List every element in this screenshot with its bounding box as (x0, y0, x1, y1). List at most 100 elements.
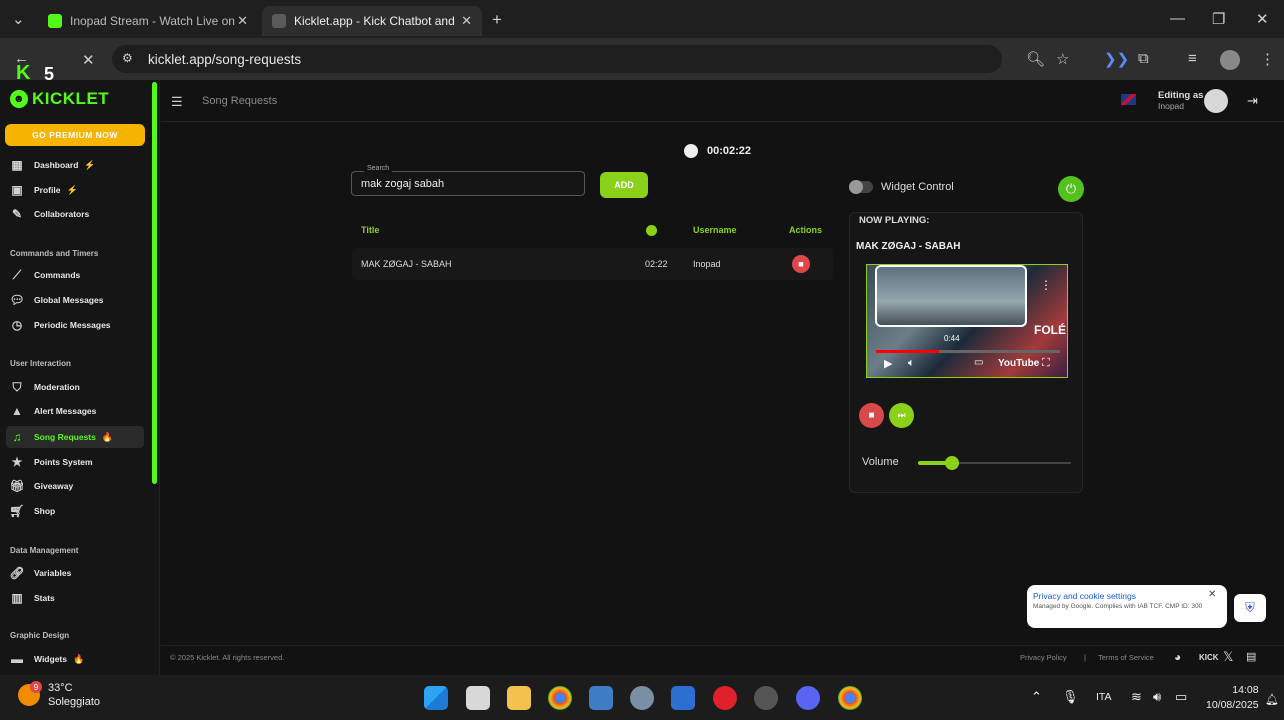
logout-icon[interactable]: ⇥ (1247, 93, 1258, 109)
sidebar-item-periodic-messages[interactable]: ◷ Periodic Messages (6, 314, 144, 336)
terms-link[interactable]: Terms of Service (1098, 653, 1154, 662)
youtube-logo[interactable]: YouTube (998, 358, 1039, 369)
close-icon[interactable]: ✕ (1208, 589, 1216, 600)
add-button[interactable]: ADD (600, 172, 648, 198)
privacy-shield-icon[interactable]: ⛨ (1234, 594, 1266, 622)
sidebar-item-commands[interactable]: ⟋ Commands (6, 264, 144, 286)
document-icon[interactable]: ▤ (1246, 650, 1256, 663)
search-input[interactable]: mak zogaj sabah (351, 171, 585, 196)
volume-slider-handle[interactable] (944, 456, 959, 470)
sidebar-item-shop[interactable]: 🛒︎ Shop (6, 500, 144, 522)
sidebar-item-label: Stats (34, 593, 55, 603)
avatar[interactable] (1204, 89, 1228, 113)
sidebar-item-collaborators[interactable]: ✎ Collaborators (6, 203, 144, 225)
new-tab-icon[interactable]: + (492, 10, 502, 30)
tray-chevron-icon[interactable]: ⌃ (1031, 689, 1042, 705)
cookie-settings-popup[interactable]: Privacy and cookie settings Managed by G… (1027, 585, 1227, 628)
power-button[interactable]: ⏻ (1058, 176, 1084, 202)
volume-icon[interactable]: 🔈︎ (908, 357, 915, 370)
tab-kicklet[interactable]: Kicklet.app - Kick Chatbot and ✕ (262, 6, 482, 36)
stats-icon: ▥ (11, 591, 23, 605)
x-icon[interactable]: 𝕏 (1223, 649, 1233, 665)
browser-menu-icon[interactable]: ⋮ (1260, 50, 1275, 68)
wifi-icon[interactable]: ≋ (1131, 689, 1142, 705)
copyright-text: © 2025 Kicklet. All rights reserved. (170, 653, 285, 662)
delete-request-button[interactable]: ■ (792, 255, 810, 273)
site-settings-icon[interactable]: ⚙ (122, 51, 133, 65)
sidebar-item-profile[interactable]: ▣ Profile ⚡ (6, 179, 144, 201)
sidebar-item-label: Shop (34, 506, 56, 516)
kicklet-logo-icon: ☻ (10, 90, 28, 108)
extension-icon[interactable]: ❯❯ (1104, 50, 1129, 68)
privacy-policy-link[interactable]: Privacy Policy (1020, 653, 1067, 662)
tab-inopad-stream[interactable]: Inopad Stream - Watch Live on ✕ (38, 6, 258, 36)
sidebar-item-label: Song Requests (34, 432, 96, 442)
obs-icon[interactable] (754, 686, 778, 710)
menu-toggle-icon[interactable]: ☰ (171, 94, 183, 110)
sidebar-item-global-messages[interactable]: 💬︎ Global Messages (6, 289, 144, 311)
sidebar-item-variables[interactable]: 🔗︎ Variables (6, 562, 144, 584)
task-view-icon[interactable] (466, 686, 490, 710)
sidebar-item-moderation[interactable]: ⛉ Moderation (6, 376, 144, 398)
footer-separator: | (1084, 653, 1086, 662)
notification-bell-icon[interactable]: 🔔︎ (1265, 693, 1279, 706)
file-explorer-icon[interactable] (507, 686, 531, 710)
settings-icon[interactable] (630, 686, 654, 710)
kick-link[interactable]: KICK (1199, 653, 1219, 662)
system-clock[interactable]: 14:08 10/08/2025 (1206, 683, 1259, 713)
sidebar-item-giveaway[interactable]: 🎁︎ Giveaway (6, 475, 144, 497)
sidebar-item-alert-messages[interactable]: ▲ Alert Messages (6, 400, 144, 422)
uk-flag-icon[interactable] (1121, 94, 1136, 105)
widget-control-toggle[interactable] (849, 180, 873, 194)
premium-badge-icon: ⚡ (66, 184, 78, 195)
zoom-icon[interactable]: 🔍︎ (1026, 50, 1045, 68)
media-control-icon[interactable]: ≡ (1188, 50, 1197, 67)
temperature: 33°C (48, 682, 73, 694)
battery-icon[interactable]: ▭ (1175, 689, 1187, 705)
sidebar-item-song-requests[interactable]: ♫ Song Requests 🔥 (6, 426, 144, 448)
section-data-management: Data Management (10, 546, 79, 555)
store-icon[interactable] (671, 686, 695, 710)
extensions-puzzle-icon[interactable]: ⧉ (1138, 50, 1149, 67)
stop-loading-icon[interactable]: ✕ (82, 51, 95, 69)
video-more-icon[interactable]: ⋮ (1040, 278, 1052, 292)
sidebar-item-dashboard[interactable]: ▦ Dashboard ⚡ (6, 154, 144, 176)
close-window-icon[interactable]: ✕ (1256, 10, 1269, 28)
minimize-icon[interactable]: — (1170, 10, 1185, 27)
skip-button[interactable]: ⏭ (889, 403, 914, 428)
star-icon: ★ (11, 455, 23, 469)
app-icon[interactable] (589, 686, 613, 710)
sidebar-item-points-system[interactable]: ★ Points System (6, 451, 144, 473)
stop-button[interactable]: ■ (859, 403, 884, 428)
sidebar-item-stats[interactable]: ▥ Stats (6, 587, 144, 609)
play-icon[interactable]: ▶ (884, 357, 892, 370)
chrome-active-icon[interactable] (838, 686, 862, 710)
column-header-username: Username (693, 225, 737, 235)
go-premium-button[interactable]: GO PREMIUM NOW (5, 124, 145, 146)
fullscreen-icon[interactable]: ⛶ (1042, 357, 1050, 370)
url-bar[interactable]: kicklet.app/song-requests (112, 45, 1002, 73)
sidebar-item-label: Points System (34, 457, 93, 467)
sidebar-scrollbar[interactable] (152, 82, 157, 484)
close-tab-icon[interactable]: ✕ (461, 13, 472, 29)
discord-icon[interactable]: ◕ (1174, 650, 1181, 664)
tab-search-icon[interactable]: ⌄ (12, 10, 25, 28)
volume-label: Volume (862, 456, 899, 468)
windows-start-icon[interactable] (424, 686, 448, 710)
restore-icon[interactable]: ❐ (1212, 10, 1225, 28)
sidebar-item-widgets[interactable]: ▬ Widgets 🔥 (6, 648, 144, 670)
close-tab-icon[interactable]: ✕ (237, 13, 248, 29)
chrome-icon[interactable] (548, 686, 572, 710)
bookmark-star-icon[interactable]: ☆ (1056, 50, 1069, 68)
language-indicator[interactable]: ITA (1096, 691, 1112, 703)
kicklet-logo[interactable]: ☻ KICKLET (10, 89, 109, 109)
captions-icon[interactable]: ▭ (974, 357, 983, 368)
profile-avatar-icon[interactable] (1220, 50, 1240, 70)
video-time: 0:44 (944, 334, 960, 343)
microphone-icon[interactable]: 🎙︎ (1062, 689, 1079, 705)
cookie-title[interactable]: Privacy and cookie settings (1033, 591, 1221, 601)
queue-timer: 00:02:22 (684, 144, 751, 158)
discord-taskbar-icon[interactable] (796, 686, 820, 710)
opera-icon[interactable] (713, 686, 737, 710)
speaker-icon[interactable]: 🔊︎ (1153, 689, 1161, 705)
